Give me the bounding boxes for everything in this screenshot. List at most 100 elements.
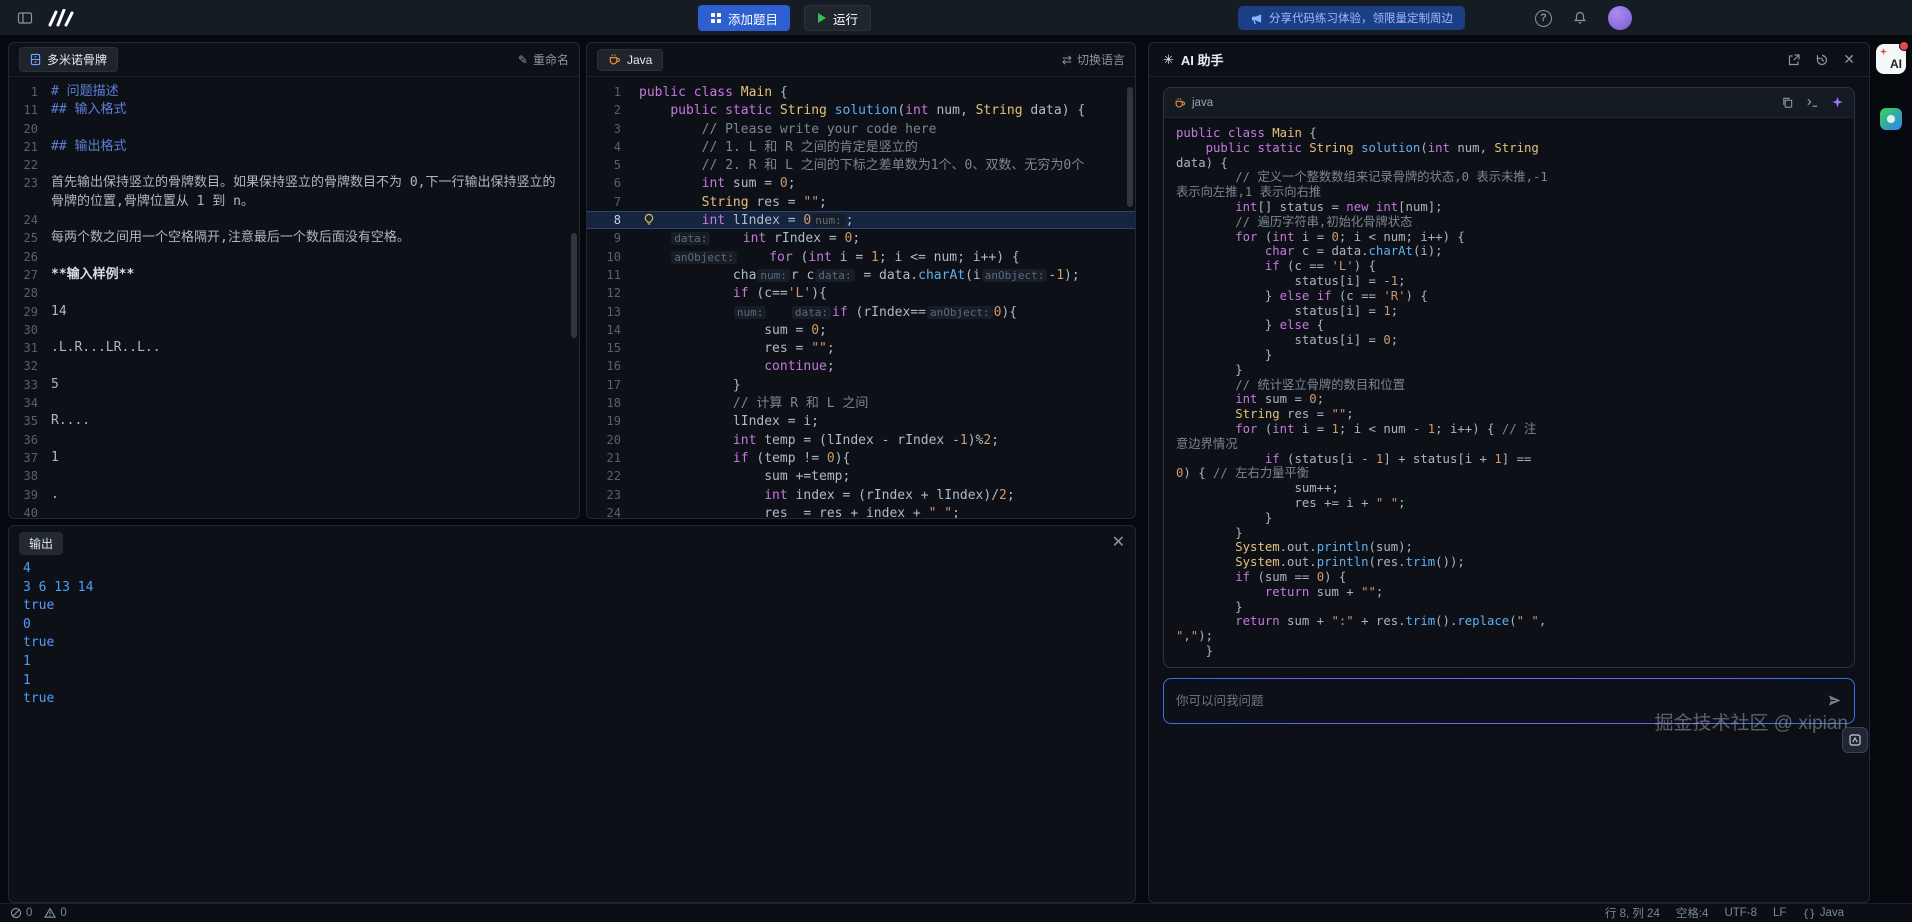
code-line[interactable]: 4 // 1. L 和 R 之间的肯定是竖立的 <box>587 138 1135 156</box>
send-icon[interactable] <box>1827 693 1842 708</box>
copy-icon[interactable] <box>1781 96 1794 109</box>
markdown-line[interactable]: 21## 输出格式 <box>9 138 579 156</box>
code-text: res = ""; <box>639 341 835 356</box>
markdown-line[interactable]: 1# 问题描述 <box>9 83 579 101</box>
markdown-line[interactable]: 23首先输出保持竖立的骨牌数目。如果保持竖立的骨牌数目不为 0,下一行输出保持竖… <box>9 174 579 211</box>
code-line[interactable]: 21 if (temp != 0){ <box>587 449 1135 467</box>
code-scrollbar[interactable] <box>1127 87 1133 207</box>
cursor-position[interactable]: 行 8, 列 24 <box>1605 905 1660 921</box>
markdown-line[interactable]: 40 <box>9 504 579 519</box>
quickfix-bulb-icon[interactable] <box>643 213 655 227</box>
markdown-line[interactable]: 35R.... <box>9 412 579 430</box>
switch-language-button[interactable]: ⇄ 切换语言 <box>1062 51 1125 68</box>
code-line[interactable]: 11 chanum:r cdata: = data.charAt(ianObje… <box>587 266 1135 284</box>
line-number: 8 <box>587 211 639 229</box>
rename-button[interactable]: ✎ 重命名 <box>518 51 569 68</box>
export-icon[interactable] <box>1787 53 1801 67</box>
ai-magic-icon[interactable] <box>1831 96 1844 109</box>
add-question-button[interactable]: 添加题目 <box>698 5 790 31</box>
code-line[interactable]: 15 res = ""; <box>587 339 1135 357</box>
code-line[interactable]: 22 sum +=temp; <box>587 467 1135 485</box>
insert-code-icon[interactable] <box>1806 96 1819 109</box>
markdown-line[interactable]: 36 <box>9 431 579 449</box>
code-line[interactable]: 2 public static String solution(int num,… <box>587 101 1135 119</box>
markdown-editor[interactable]: 1# 问题描述11## 输入格式2021## 输出格式2223首先输出保持竖立的… <box>9 77 579 519</box>
code-line[interactable]: 10 anObject: for (int i = 1; i <= num; i… <box>587 248 1135 266</box>
markdown-line[interactable]: 34 <box>9 394 579 412</box>
markdown-line[interactable]: 31.L.R...LR..L.. <box>9 339 579 357</box>
markdown-line[interactable]: 11## 输入格式 <box>9 101 579 119</box>
code-line[interactable]: 20 int temp = (lIndex - rIndex -1)%2; <box>587 431 1135 449</box>
ai-code-line: return sum + ":" + res.trim().replace(" … <box>1176 614 1548 644</box>
sidebar-toggle-icon[interactable] <box>12 5 38 31</box>
markdown-line[interactable]: 30 <box>9 321 579 339</box>
code-line[interactable]: 18 // 计算 R 和 L 之间 <box>587 394 1135 412</box>
code-line[interactable]: 24 res = res + index + " "; <box>587 504 1135 519</box>
markdown-line[interactable]: 27**输入样例** <box>9 266 579 284</box>
code-line[interactable]: 17 } <box>587 376 1135 394</box>
language-mode[interactable]: {} Java <box>1802 907 1844 920</box>
code-line[interactable]: 1public class Main { <box>587 83 1135 101</box>
code-editor[interactable]: 1public class Main {2 public static Stri… <box>587 77 1135 519</box>
markdown-panel: 多米诺骨牌 ✎ 重命名 1# 问题描述11## 输入格式2021## 输出格式2… <box>8 42 580 519</box>
code-text: // 1. L 和 R 之间的肯定是竖立的 <box>639 140 918 155</box>
avatar[interactable] <box>1608 6 1632 30</box>
markdown-line[interactable]: 38 <box>9 467 579 485</box>
line-number: 20 <box>587 431 639 449</box>
markdown-line[interactable]: 32 <box>9 357 579 375</box>
help-icon[interactable]: ? <box>1535 10 1552 27</box>
line-number: 11 <box>587 266 639 284</box>
close-ai-icon[interactable]: ✕ <box>1843 51 1855 68</box>
encoding-setting[interactable]: UTF-8 <box>1724 907 1757 919</box>
ai-code-block: public class Main { public static String… <box>1164 118 1854 667</box>
code-line[interactable]: 6 int sum = 0; <box>587 174 1135 192</box>
markdown-line[interactable]: 20 <box>9 120 579 138</box>
markdown-line[interactable]: 2914 <box>9 303 579 321</box>
error-count[interactable]: 0 <box>10 907 32 919</box>
ai-code-line: String res = ""; <box>1176 407 1548 422</box>
markdown-line[interactable]: 28 <box>9 284 579 302</box>
ai-assistant-toggle-button[interactable]: AI <box>1876 44 1906 74</box>
markdown-line[interactable]: 24 <box>9 211 579 229</box>
code-line[interactable]: 8 int lIndex = 0num:; <box>587 211 1135 229</box>
eol-setting[interactable]: LF <box>1773 907 1786 919</box>
code-line[interactable]: 19 lIndex = i; <box>587 412 1135 430</box>
code-line[interactable]: 3 // Please write your code here <box>587 120 1135 138</box>
line-number: 16 <box>587 357 639 375</box>
markdown-line[interactable]: 26 <box>9 248 579 266</box>
ai-code-line: } else { <box>1176 318 1548 333</box>
markdown-text: R.... <box>51 412 579 430</box>
code-line[interactable]: 14 sum = 0; <box>587 321 1135 339</box>
markdown-line[interactable]: 25每两个数之间用一个空格隔开,注意最后一个数后面没有空格。 <box>9 229 579 247</box>
code-line[interactable]: 13 num: data:if (rIndex==anObject:0){ <box>587 303 1135 321</box>
code-line[interactable]: 12 if (c=='L'){ <box>587 284 1135 302</box>
app-logo[interactable] <box>46 9 76 27</box>
markdown-line[interactable]: 371 <box>9 449 579 467</box>
history-icon[interactable] <box>1815 53 1829 67</box>
markdown-line[interactable]: 335 <box>9 376 579 394</box>
floating-assistant-button[interactable] <box>1842 727 1868 753</box>
markdown-text: **输入样例** <box>51 266 579 284</box>
code-line[interactable]: 7 String res = ""; <box>587 193 1135 211</box>
line-number: 31 <box>9 339 51 357</box>
code-line[interactable]: 23 int index = (rIndex + lIndex)/2; <box>587 486 1135 504</box>
markdown-line[interactable]: 39. <box>9 486 579 504</box>
markdown-title-badge[interactable]: 多米诺骨牌 <box>19 47 118 72</box>
code-line[interactable]: 16 continue; <box>587 357 1135 375</box>
bell-icon[interactable] <box>1572 10 1588 26</box>
line-number: 40 <box>9 504 51 519</box>
code-line[interactable]: 5 // 2. R 和 L 之间的下标之差单数为1个、0、双数、无穷为0个 <box>587 156 1135 174</box>
indent-setting[interactable]: 空格:4 <box>1676 905 1709 921</box>
promo-banner[interactable]: 分享代码练习体验，领限量定制周边 <box>1238 6 1465 30</box>
tab-java[interactable]: Java <box>597 49 663 71</box>
warning-count[interactable]: 0 <box>44 907 66 919</box>
markdown-line[interactable]: 22 <box>9 156 579 174</box>
code-line[interactable]: 9 data: int rIndex = 0; <box>587 229 1135 247</box>
markdown-scrollbar[interactable] <box>571 233 577 338</box>
run-button[interactable]: 运行 <box>804 5 871 31</box>
plugin-icon[interactable] <box>1880 108 1902 130</box>
code-panel: Java ⇄ 切换语言 1public class Main {2 public… <box>586 42 1136 519</box>
line-number: 38 <box>9 467 51 485</box>
ai-chat-input[interactable] <box>1176 694 1819 708</box>
close-output-icon[interactable]: ✕ <box>1112 535 1125 551</box>
